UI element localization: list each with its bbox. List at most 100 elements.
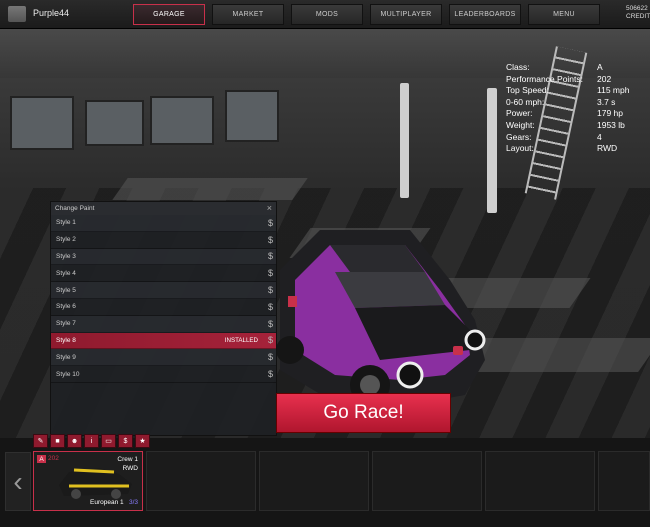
card-class-badge: A	[37, 455, 46, 463]
garage-window	[150, 96, 214, 145]
top-bar: Purple44 GARAGE MARKET MODS MULTIPLAYER …	[0, 0, 650, 29]
dollar-icon[interactable]: $	[268, 235, 273, 245]
stat-row: Layout: RWD	[506, 143, 629, 155]
stat-label: Weight:	[506, 119, 535, 130]
car-card-selected[interactable]: A 202 Crew 1 RWD European 1 3/3	[33, 451, 143, 511]
star-icon[interactable]: ★	[135, 434, 150, 448]
stat-row: Performance Points: 202	[506, 74, 629, 86]
stat-value: 115 mph	[597, 85, 630, 96]
car-icon[interactable]: ▭	[101, 434, 116, 448]
credits-label: CREDIT	[626, 13, 650, 20]
paint-panel-title: Change Paint	[55, 205, 95, 212]
style-label: Style 10	[56, 370, 80, 378]
card-crew: Crew 1	[117, 456, 138, 463]
nav-leaderboards-button[interactable]: LEADERBOARDS	[449, 4, 521, 25]
car-lift-post	[487, 88, 497, 213]
paint-icon[interactable]: ■	[50, 434, 65, 448]
dollar-icon[interactable]: $	[268, 285, 273, 295]
stat-value: 179 hp	[597, 108, 623, 119]
empty-car-slot[interactable]	[598, 451, 650, 511]
dollar-icon[interactable]: $	[268, 352, 273, 362]
installed-badge: INSTALLED	[224, 336, 258, 344]
paint-style-row[interactable]: Style 3 $	[51, 248, 276, 266]
style-label: Style 3	[56, 252, 76, 260]
info-icon[interactable]: i	[84, 434, 99, 448]
card-region: European 1	[90, 499, 124, 506]
paint-style-row[interactable]: Style 7 $	[51, 315, 276, 333]
stat-label: Layout:	[506, 143, 534, 154]
stat-row: Class: A	[506, 62, 629, 74]
car-lift-post	[400, 83, 409, 198]
style-label: Style 7	[56, 320, 76, 328]
dollar-icon[interactable]: $	[268, 268, 273, 278]
stat-value: 1953 lb	[597, 119, 625, 130]
paint-style-list: Style 1 $ Style 2 $ Style 3 $ Style 4 $ Styl…	[51, 215, 276, 383]
paint-style-row[interactable]: Style 5 $	[51, 282, 276, 299]
stat-label: Class:	[506, 62, 530, 72]
paint-style-row[interactable]: Style 1 $	[51, 215, 276, 232]
paint-style-row-selected[interactable]: Style 8 INSTALLED $	[51, 332, 276, 350]
dollar-icon[interactable]: $	[268, 218, 273, 228]
empty-car-slot[interactable]	[485, 451, 595, 511]
style-label: Style 6	[56, 303, 76, 311]
garage-window	[225, 90, 279, 142]
nav-multiplayer-button[interactable]: MULTIPLAYER	[370, 4, 442, 25]
credits-amount: 506622	[626, 5, 648, 12]
dollar-icon[interactable]: $	[268, 335, 273, 345]
car-stats: Class: A Performance Points: 202 Top Speed…	[506, 62, 629, 155]
player-name: Purple44	[33, 8, 70, 18]
style-label: Style 2	[56, 236, 76, 244]
style-label: Style 5	[56, 286, 76, 294]
empty-car-slot[interactable]	[146, 451, 256, 511]
stat-value: A	[597, 62, 603, 72]
stat-value: 3.7 s	[597, 96, 616, 107]
stat-label: Gears:	[506, 131, 532, 142]
stat-label: 0-60 mph:	[506, 96, 545, 107]
style-label: Style 1	[56, 219, 76, 227]
dollar-icon[interactable]: $	[118, 434, 133, 448]
stat-value: RWD	[597, 143, 618, 154]
chevron-left-icon[interactable]: ‹	[5, 452, 31, 511]
wrench-icon[interactable]: ✎	[33, 434, 48, 448]
stat-label: Power:	[506, 108, 533, 119]
style-label: Style 8	[56, 336, 76, 344]
dollar-icon[interactable]: $	[268, 302, 273, 312]
paint-style-row[interactable]: Style 9 $	[51, 349, 276, 367]
nav-mods-button[interactable]: MODS	[291, 4, 363, 25]
paint-style-row[interactable]: Style 10 $	[51, 366, 276, 383]
player-avatar[interactable]	[8, 6, 26, 22]
close-icon[interactable]: ×	[267, 203, 272, 213]
stat-row: Gears: 4	[506, 132, 629, 144]
credits-display: 506622 CREDIT	[626, 5, 650, 21]
style-label: Style 9	[56, 353, 76, 361]
card-drivetrain: RWD	[122, 465, 138, 472]
paint-style-row[interactable]: Style 2 $	[51, 232, 276, 249]
stat-label: Performance Points:	[506, 73, 584, 84]
go-race-button[interactable]: Go Race!	[276, 393, 451, 433]
nav-menu-button[interactable]: MENU	[528, 4, 600, 25]
paint-style-row[interactable]: Style 4 $	[51, 265, 276, 283]
nav-garage-button[interactable]: GARAGE	[133, 4, 205, 25]
card-performance-points: 202	[48, 455, 59, 462]
nav-market-button[interactable]: MARKET	[212, 4, 284, 25]
paint-style-row[interactable]: Style 6 $	[51, 299, 276, 316]
car-toolbar: ✎ ■ ☻ i ▭ $ ★	[33, 434, 152, 448]
stat-row: 0-60 mph: 3.7 s	[506, 97, 629, 109]
dollar-icon[interactable]: $	[268, 369, 273, 379]
stat-value: 202	[597, 73, 612, 84]
floor-light	[112, 178, 308, 200]
crew-icon[interactable]: ☻	[67, 434, 82, 448]
change-paint-panel: Change Paint × Style 1 $ Style 2 $ Style 3…	[50, 201, 277, 436]
garage-window	[10, 96, 74, 150]
dollar-icon[interactable]: $	[268, 319, 273, 329]
garage-window	[85, 100, 144, 146]
player-car	[276, 230, 486, 405]
stat-row: Weight: 1953 lb	[506, 120, 629, 132]
dollar-icon[interactable]: $	[268, 251, 273, 261]
stat-value: 4	[597, 131, 602, 142]
stat-label: Top Speed:	[506, 85, 550, 96]
empty-car-slot[interactable]	[372, 451, 482, 511]
style-label: Style 4	[56, 269, 76, 277]
empty-car-slot[interactable]	[259, 451, 369, 511]
paint-panel-header: Change Paint ×	[51, 202, 276, 215]
